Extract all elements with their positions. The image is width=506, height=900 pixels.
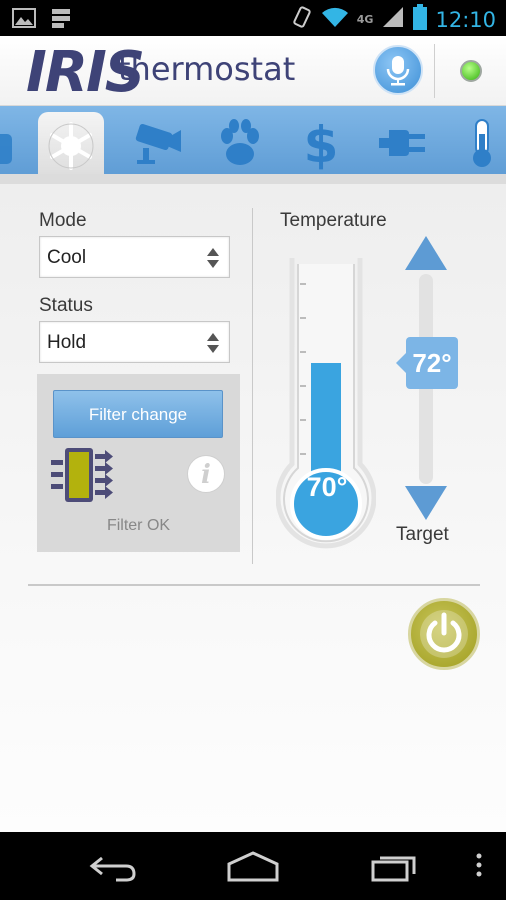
plug-icon xyxy=(379,130,425,156)
temperature-label: Temperature xyxy=(280,210,387,231)
page-title: thermostat xyxy=(118,50,296,88)
mercury-column xyxy=(311,363,341,484)
app-header: IRIS thermostat xyxy=(0,36,506,106)
filter-panel: Filter change i Filter OK xyxy=(37,374,240,552)
tab-temperature[interactable] xyxy=(448,112,506,174)
lock-icon xyxy=(0,134,12,164)
camera-icon xyxy=(135,123,181,164)
storage-notification-icon xyxy=(50,7,72,34)
filter-change-button[interactable]: Filter change xyxy=(53,390,223,438)
header-divider xyxy=(434,44,435,98)
signal-icon xyxy=(381,5,405,34)
decrease-target-button[interactable] xyxy=(405,486,447,520)
power-button[interactable] xyxy=(408,598,480,670)
status-value: Hold xyxy=(47,332,87,353)
current-temperature: 70° xyxy=(306,472,348,502)
mode-value: Cool xyxy=(47,247,87,268)
tab-camera[interactable] xyxy=(125,112,191,174)
back-button[interactable] xyxy=(88,850,138,889)
tab-plug[interactable] xyxy=(369,112,435,174)
thermometer-gauge xyxy=(276,258,376,549)
connection-status-indicator xyxy=(460,60,482,82)
tab-pets[interactable] xyxy=(207,112,273,174)
device-tab-bar: $ xyxy=(0,106,506,180)
thermometer-icon xyxy=(473,119,491,167)
paw-icon xyxy=(221,119,259,165)
info-icon[interactable]: i xyxy=(187,455,225,493)
air-filter-icon xyxy=(51,448,113,502)
status-bar: 4G 12:10 xyxy=(0,0,506,36)
network-type: 4G xyxy=(356,13,374,26)
tab-energy[interactable]: $ xyxy=(288,112,354,174)
svg-text:$: $ xyxy=(304,116,339,170)
recents-button[interactable] xyxy=(370,850,420,889)
home-icon xyxy=(227,851,279,882)
spinner-arrows-icon xyxy=(207,248,219,268)
section-divider xyxy=(28,584,480,586)
increase-target-button[interactable] xyxy=(405,236,447,270)
filter-status-text: Filter OK xyxy=(106,517,171,534)
voice-button[interactable] xyxy=(373,45,423,95)
battery-icon xyxy=(413,4,428,35)
mode-select[interactable]: Cool xyxy=(39,236,230,278)
spinner-arrows-icon xyxy=(207,333,219,353)
back-icon xyxy=(89,856,136,882)
gallery-notification-icon xyxy=(12,7,36,34)
microphone-icon xyxy=(386,56,410,86)
mode-label: Mode xyxy=(39,210,87,231)
tab-lock[interactable] xyxy=(0,112,28,174)
status-select[interactable]: Hold xyxy=(39,321,230,363)
target-label: Target xyxy=(396,524,449,545)
recents-icon xyxy=(371,856,416,882)
tab-bar-underline xyxy=(0,174,506,184)
dollar-icon: $ xyxy=(304,116,339,170)
target-temperature-handle[interactable]: 72° xyxy=(396,337,458,389)
vibrate-icon xyxy=(291,5,313,34)
wifi-icon xyxy=(321,6,349,33)
power-icon xyxy=(420,610,468,658)
overflow-menu-button[interactable] xyxy=(474,850,484,887)
system-nav-bar xyxy=(0,832,506,900)
overflow-menu-icon xyxy=(476,853,482,877)
snowflake-sun-icon xyxy=(48,122,94,170)
status-label: Status xyxy=(39,295,93,316)
tab-thermostat[interactable] xyxy=(38,112,104,180)
column-divider xyxy=(252,208,253,564)
home-button[interactable] xyxy=(226,850,280,889)
thermostat-panel: Mode Cool Status Hold Filter change i Fi… xyxy=(0,184,506,832)
clock: 12:10 xyxy=(435,7,496,32)
